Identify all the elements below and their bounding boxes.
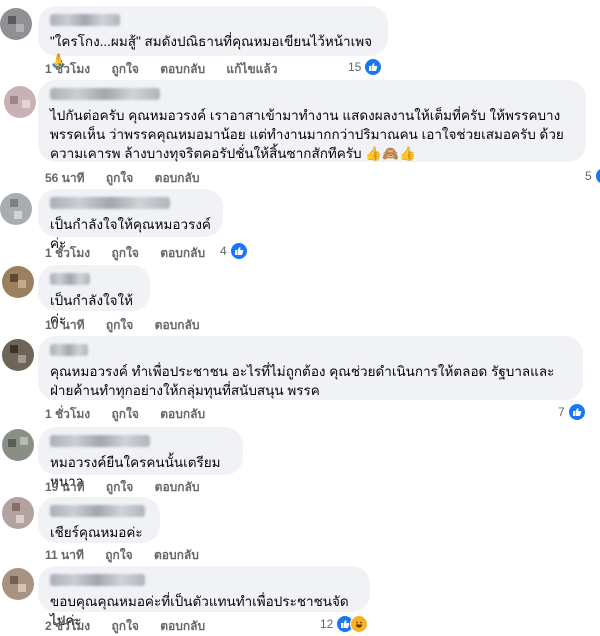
reply-button[interactable]: ตอบกลับ bbox=[154, 548, 199, 562]
reaction-summary[interactable]: 5 bbox=[585, 167, 600, 185]
avatar[interactable] bbox=[2, 429, 34, 461]
comment-actions: 1 ชั่วโมง ถูกใจ ตอบกลับ bbox=[45, 244, 223, 263]
like-button[interactable]: ถูกใจ bbox=[106, 171, 133, 185]
like-button[interactable]: ถูกใจ bbox=[106, 318, 133, 332]
comment-time[interactable]: 1 ชั่วโมง bbox=[45, 407, 90, 421]
comment-actions: 1 ชั่วโมง ถูกใจ ตอบกลับ bbox=[45, 405, 223, 424]
comment-actions: 1 ชั่วโมง ถูกใจ ตอบกลับ แก้ไขแล้ว bbox=[45, 60, 296, 79]
reaction-count: 15 bbox=[348, 60, 362, 74]
comment-bubble: คุณหมอวรงค์ ทำเพื่อประชาชน อะไรที่ไม่ถูก… bbox=[38, 336, 583, 400]
reply-button[interactable]: ตอบกลับ bbox=[160, 246, 205, 260]
commenter-name[interactable] bbox=[50, 88, 160, 100]
edited-label: แก้ไขแล้ว bbox=[226, 62, 278, 76]
avatar[interactable] bbox=[2, 266, 34, 298]
like-button[interactable]: ถูกใจ bbox=[111, 62, 138, 76]
comment-actions: 56 นาที ถูกใจ ตอบกลับ bbox=[45, 169, 218, 188]
reaction-summary[interactable]: 4 bbox=[220, 242, 248, 260]
reaction-count: 7 bbox=[558, 405, 565, 419]
commenter-name[interactable] bbox=[50, 344, 88, 356]
commenter-name[interactable] bbox=[50, 197, 170, 209]
reaction-count: 5 bbox=[585, 169, 592, 183]
comment-text: เชียร์คุณหมอค่ะ bbox=[50, 525, 143, 540]
like-icon bbox=[229, 242, 248, 260]
avatar[interactable] bbox=[2, 497, 34, 529]
comment-actions: 10 นาที ถูกใจ ตอบกลับ bbox=[45, 316, 218, 335]
comment-bubble: ไปกันต่อครับ คุณหมอวรงค์ เราอาสาเข้ามาทำ… bbox=[38, 80, 586, 162]
like-button[interactable]: ถูกใจ bbox=[111, 619, 138, 633]
comment-bubble: "ใครโกง...ผมสู้" สมดังปณิธานที่คุณหมอเขี… bbox=[38, 6, 388, 68]
comment-actions: 2 ชั่วโมง ถูกใจ ตอบกลับ bbox=[45, 617, 223, 636]
commenter-name[interactable] bbox=[50, 435, 150, 447]
like-button[interactable]: ถูกใจ bbox=[111, 407, 138, 421]
reply-button[interactable]: ตอบกลับ bbox=[155, 171, 200, 185]
comment-bubble: เป็นกำลังใจให้ค่ะ bbox=[38, 265, 150, 327]
reaction-summary[interactable]: 15 bbox=[348, 58, 383, 76]
reply-button[interactable]: ตอบกลับ bbox=[160, 619, 205, 633]
comment-bubble: เป็นกำลังใจให้คุณหมอวรงค์ค่ะ bbox=[38, 189, 223, 251]
comment-time[interactable]: 56 นาที bbox=[45, 171, 85, 185]
avatar[interactable] bbox=[4, 86, 36, 118]
like-button[interactable]: ถูกใจ bbox=[105, 548, 132, 562]
reaction-count: 4 bbox=[220, 244, 227, 258]
comment-time[interactable]: 1 ชั่วโมง bbox=[45, 62, 90, 76]
commenter-name[interactable] bbox=[50, 273, 90, 285]
haha-icon bbox=[350, 615, 369, 633]
comment-time[interactable]: 2 ชั่วโมง bbox=[45, 619, 90, 633]
comment-time[interactable]: 10 นาที bbox=[45, 318, 85, 332]
comment-time[interactable]: 11 นาที bbox=[45, 548, 84, 562]
comment-actions: 19 นาที ถูกใจ ตอบกลับ bbox=[45, 478, 218, 497]
commenter-name[interactable] bbox=[50, 505, 145, 517]
reply-button[interactable]: ตอบกลับ bbox=[160, 407, 205, 421]
like-icon bbox=[594, 167, 600, 185]
comment-text: ไปกันต่อครับ คุณหมอวรงค์ เราอาสาเข้ามาทำ… bbox=[50, 108, 564, 161]
comment-time[interactable]: 19 นาที bbox=[45, 480, 85, 494]
commenter-name[interactable] bbox=[50, 574, 145, 586]
reaction-summary[interactable]: 7 bbox=[558, 403, 586, 421]
like-icon bbox=[364, 58, 383, 76]
comment-actions: 11 นาที ถูกใจ ตอบกลับ bbox=[45, 546, 217, 565]
reply-button[interactable]: ตอบกลับ bbox=[160, 62, 205, 76]
comment-bubble: ขอบคุณคุณหมอค่ะที่เป็นตัวแทนทำเพื่อประชา… bbox=[38, 566, 370, 628]
comment-bubble: หมอวรงค์ยืนใครคนนั้นเตรียมหนาว bbox=[38, 427, 243, 489]
reply-button[interactable]: ตอบกลับ bbox=[155, 318, 200, 332]
avatar[interactable] bbox=[0, 8, 32, 40]
comment-time[interactable]: 1 ชั่วโมง bbox=[45, 246, 90, 260]
like-button[interactable]: ถูกใจ bbox=[111, 246, 138, 260]
like-icon bbox=[567, 403, 586, 421]
reply-button[interactable]: ตอบกลับ bbox=[155, 480, 200, 494]
commenter-name[interactable] bbox=[50, 14, 120, 26]
avatar[interactable] bbox=[2, 339, 34, 371]
avatar[interactable] bbox=[2, 568, 34, 600]
comment-bubble: เชียร์คุณหมอค่ะ bbox=[38, 497, 160, 543]
comment-text: คุณหมอวรงค์ ทำเพื่อประชาชน อะไรที่ไม่ถูก… bbox=[50, 364, 555, 398]
like-button[interactable]: ถูกใจ bbox=[106, 480, 133, 494]
reaction-summary[interactable]: 12 bbox=[320, 615, 369, 633]
avatar[interactable] bbox=[0, 193, 32, 225]
